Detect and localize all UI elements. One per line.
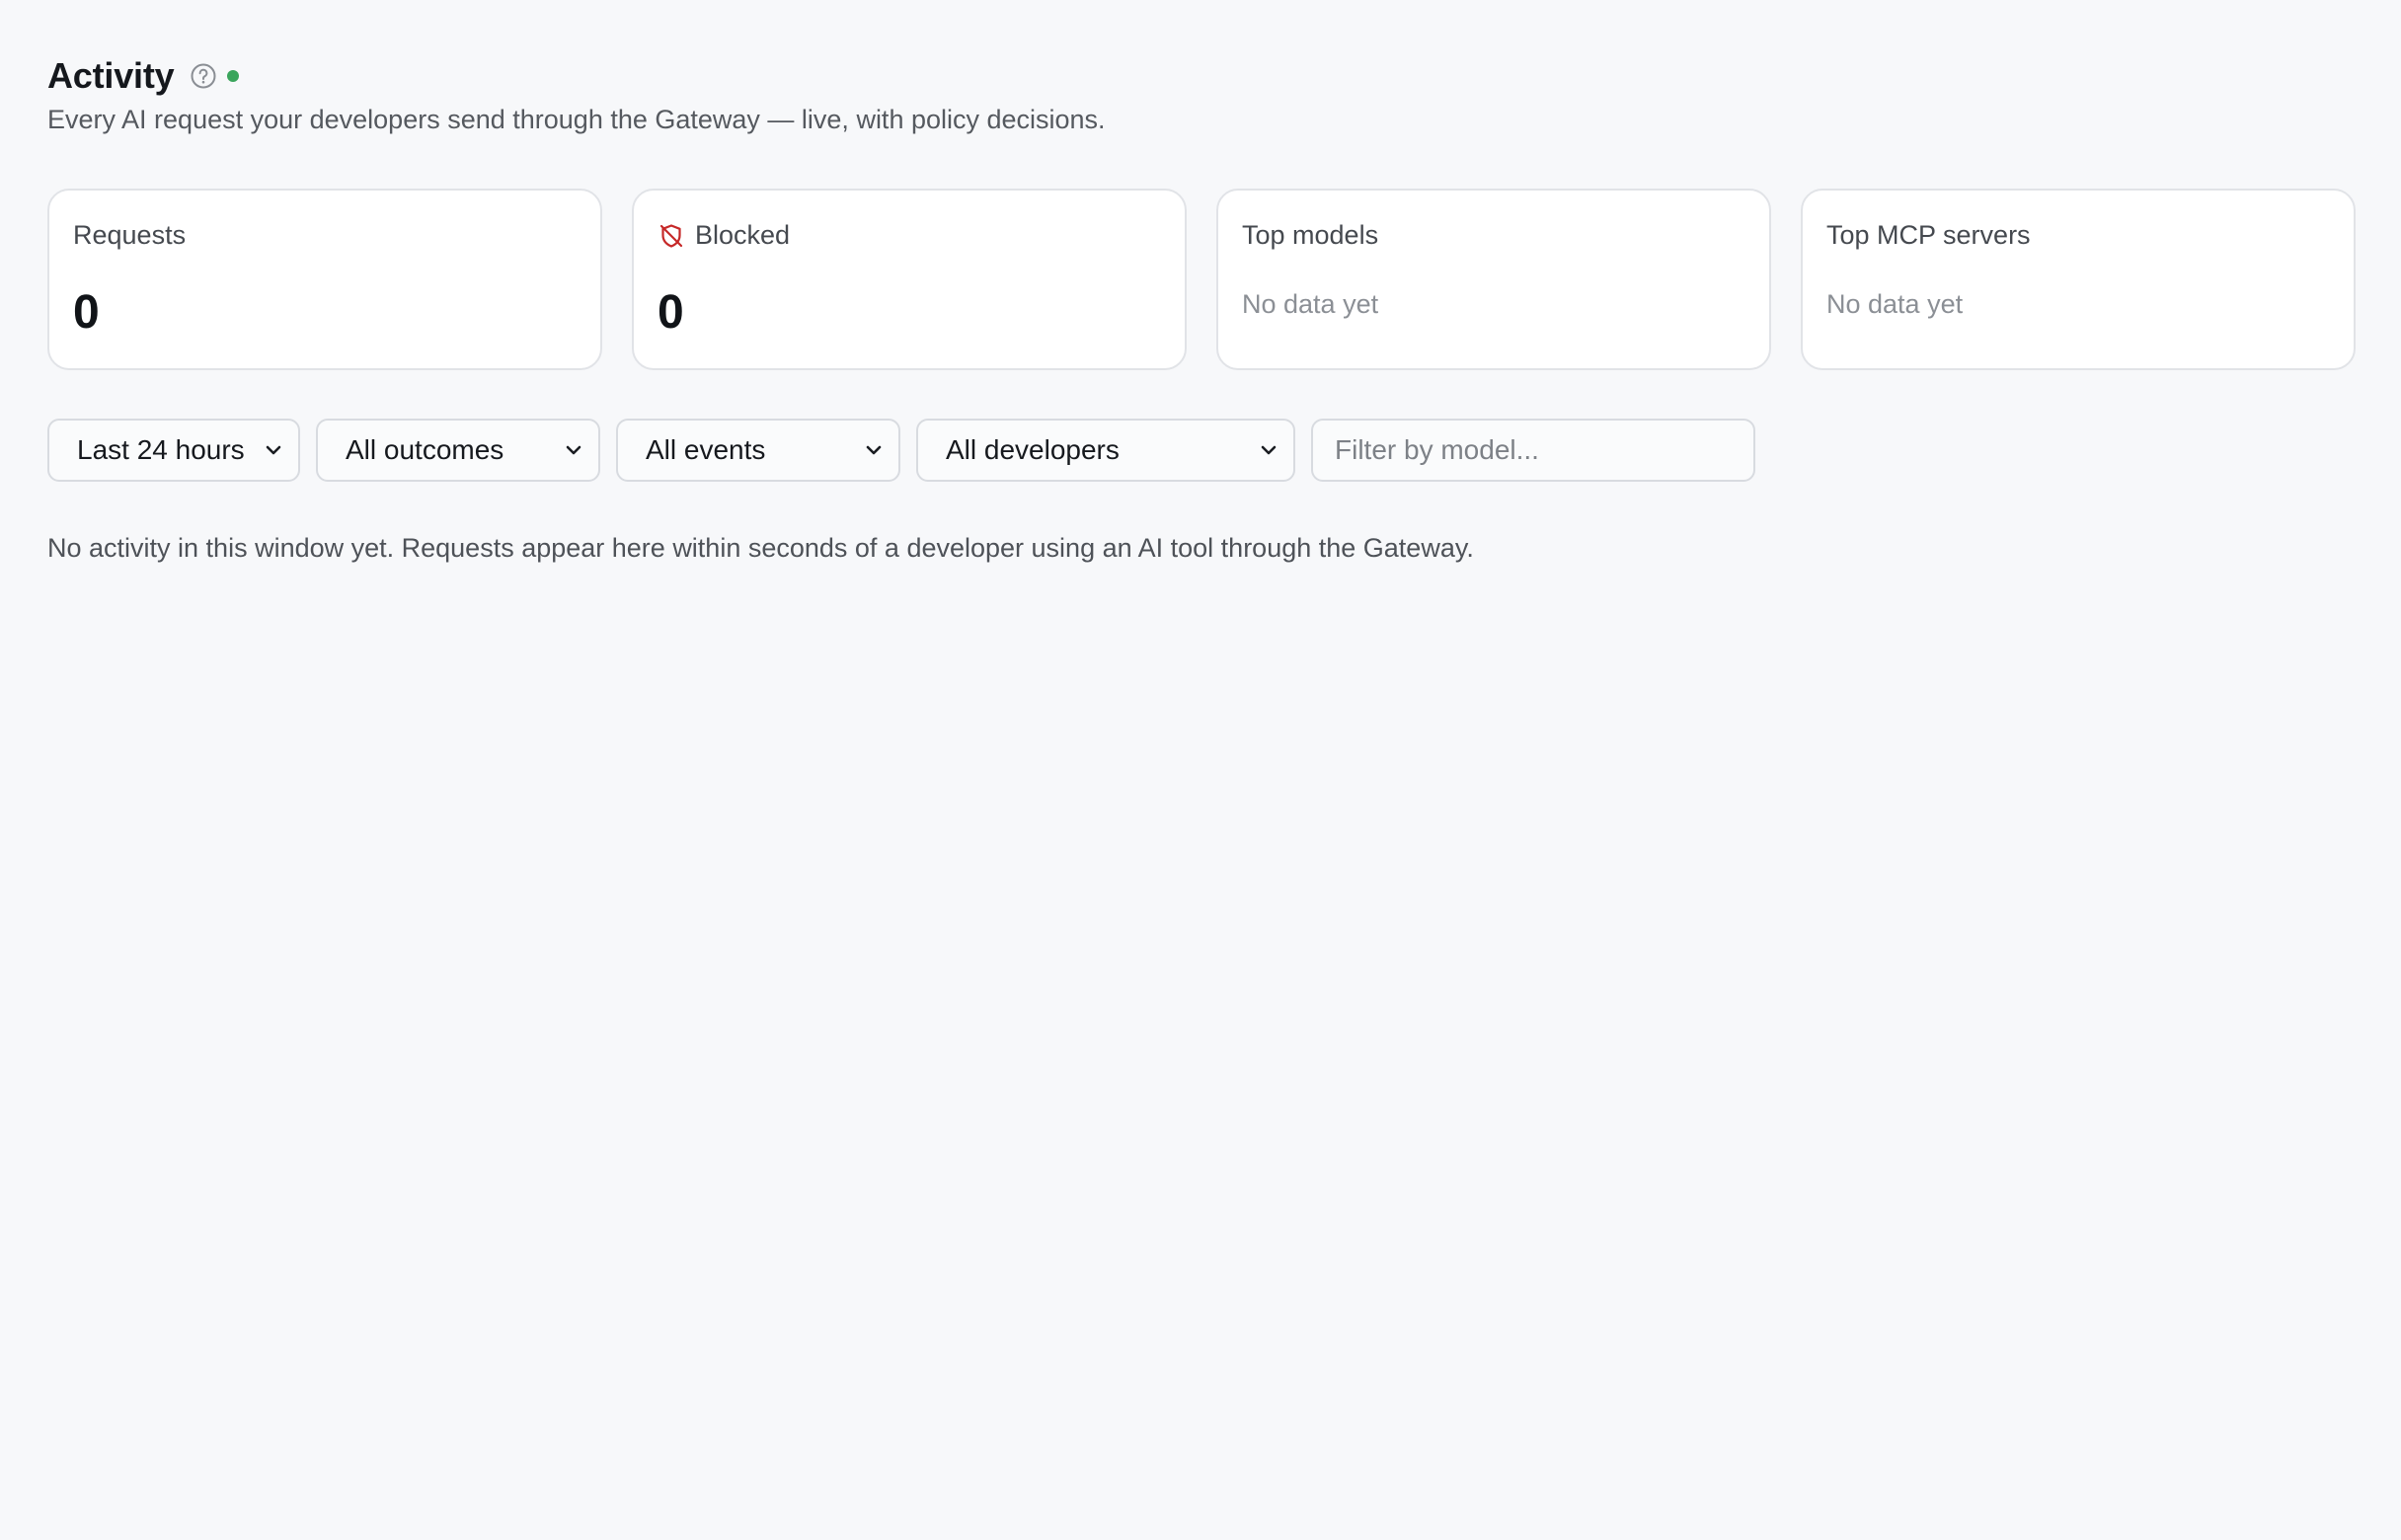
blocked-count: 0 [658,286,684,339]
requests-count: 0 [73,286,100,339]
stats-cards: Requests 0 Blocked 0 Top models No data … [47,189,2356,370]
top-models-label: Top models [1242,220,1379,250]
top-mcp-servers-label: Top MCP servers [1826,220,2031,250]
requests-card: Requests 0 [47,189,602,370]
requests-label: Requests [73,220,187,250]
filter-bar: Last 24 hours All outcomes All events Al… [47,419,1755,482]
page-subtitle: Every AI request your developers send th… [47,105,1106,134]
top-models-card: Top models No data yet [1216,189,1771,370]
shield-off-icon [658,222,685,250]
event-value: All events [646,434,766,465]
developer-select[interactable]: All developers [916,419,1295,482]
outcome-select[interactable]: All outcomes [316,419,600,482]
blocked-card: Blocked 0 [632,189,1187,370]
chevron-down-icon [1258,439,1279,461]
top-mcp-servers-card: Top MCP servers No data yet [1801,189,2356,370]
developer-value: All developers [946,434,1120,465]
page-header: Activity [47,51,240,101]
model-filter-input[interactable] [1311,419,1755,482]
question-circle-icon[interactable] [190,62,217,90]
blocked-label: Blocked [695,220,791,250]
time-range-value: Last 24 hours [77,434,245,465]
page-title: Activity [47,55,175,96]
live-status-dot [227,70,240,82]
event-select[interactable]: All events [616,419,900,482]
chevron-down-icon [563,439,584,461]
top-models-empty: No data yet [1242,289,1379,319]
top-mcp-servers-empty: No data yet [1826,289,1964,319]
time-range-select[interactable]: Last 24 hours [47,419,300,482]
outcome-value: All outcomes [346,434,504,465]
chevron-down-icon [263,439,284,461]
chevron-down-icon [863,439,885,461]
empty-activity-message: No activity in this window yet. Requests… [47,533,1474,563]
blocked-label-row: Blocked [658,220,790,251]
